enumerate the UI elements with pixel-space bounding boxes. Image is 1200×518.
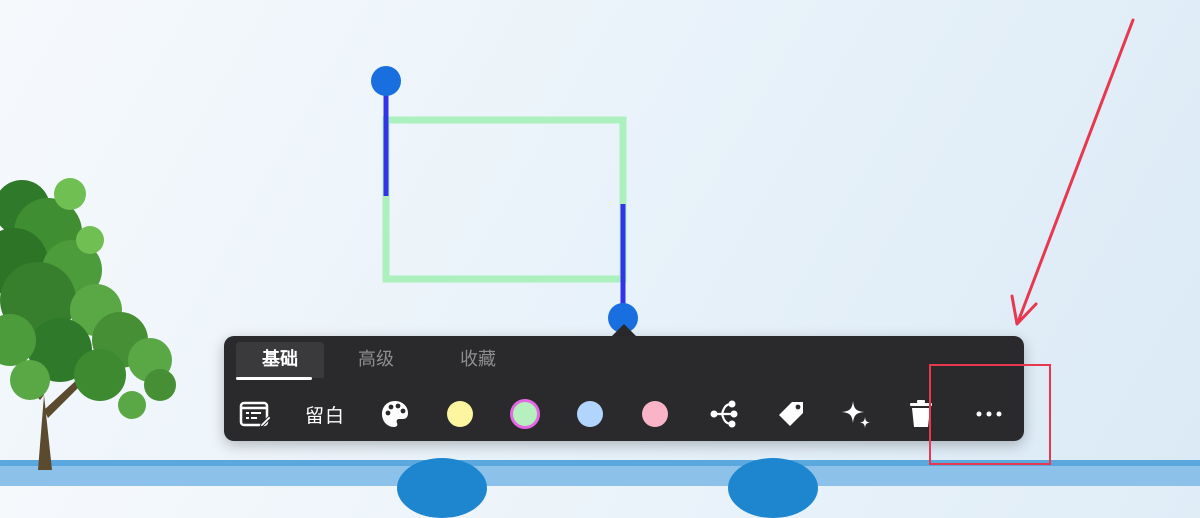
swatch-pink xyxy=(642,401,668,427)
palette-button[interactable] xyxy=(375,396,415,432)
text-edit-button[interactable] xyxy=(235,396,275,432)
swatch-blue xyxy=(577,401,603,427)
whitespace-button[interactable]: 留白 xyxy=(300,396,350,432)
bottom-decoration xyxy=(728,458,818,518)
toolbar-pointer xyxy=(612,324,636,336)
tag-button[interactable] xyxy=(771,396,811,432)
connector-handle-start xyxy=(371,66,401,96)
tab-bar: 基础 高级 收藏 xyxy=(224,336,1024,384)
branch-button[interactable] xyxy=(704,396,744,432)
tab-advanced[interactable]: 高级 xyxy=(336,342,416,378)
tree-image xyxy=(0,178,176,470)
tab-basic[interactable]: 基础 xyxy=(236,342,324,378)
whitespace-label: 留白 xyxy=(304,404,345,427)
palette-icon xyxy=(382,401,408,427)
color-swatch-pink[interactable] xyxy=(635,396,675,432)
tag-icon xyxy=(779,402,803,426)
floating-toolbar: 基础 高级 收藏 留白 xyxy=(224,336,1024,441)
color-swatch-yellow[interactable] xyxy=(440,396,480,432)
sparkle-icon xyxy=(842,401,870,428)
text-edit-icon xyxy=(239,401,271,428)
color-swatch-green[interactable] xyxy=(505,396,545,432)
active-tab-indicator xyxy=(236,377,312,380)
tab-favorites[interactable]: 收藏 xyxy=(438,342,518,378)
bottom-decoration xyxy=(397,458,487,518)
branch-icon xyxy=(710,400,738,428)
swatch-yellow xyxy=(447,401,473,427)
rectangle-shape xyxy=(382,116,627,283)
annotation-highlight-box xyxy=(929,364,1051,465)
swatch-green-selected xyxy=(510,399,540,429)
ai-sparkle-button[interactable] xyxy=(836,396,876,432)
color-swatch-blue[interactable] xyxy=(570,396,610,432)
